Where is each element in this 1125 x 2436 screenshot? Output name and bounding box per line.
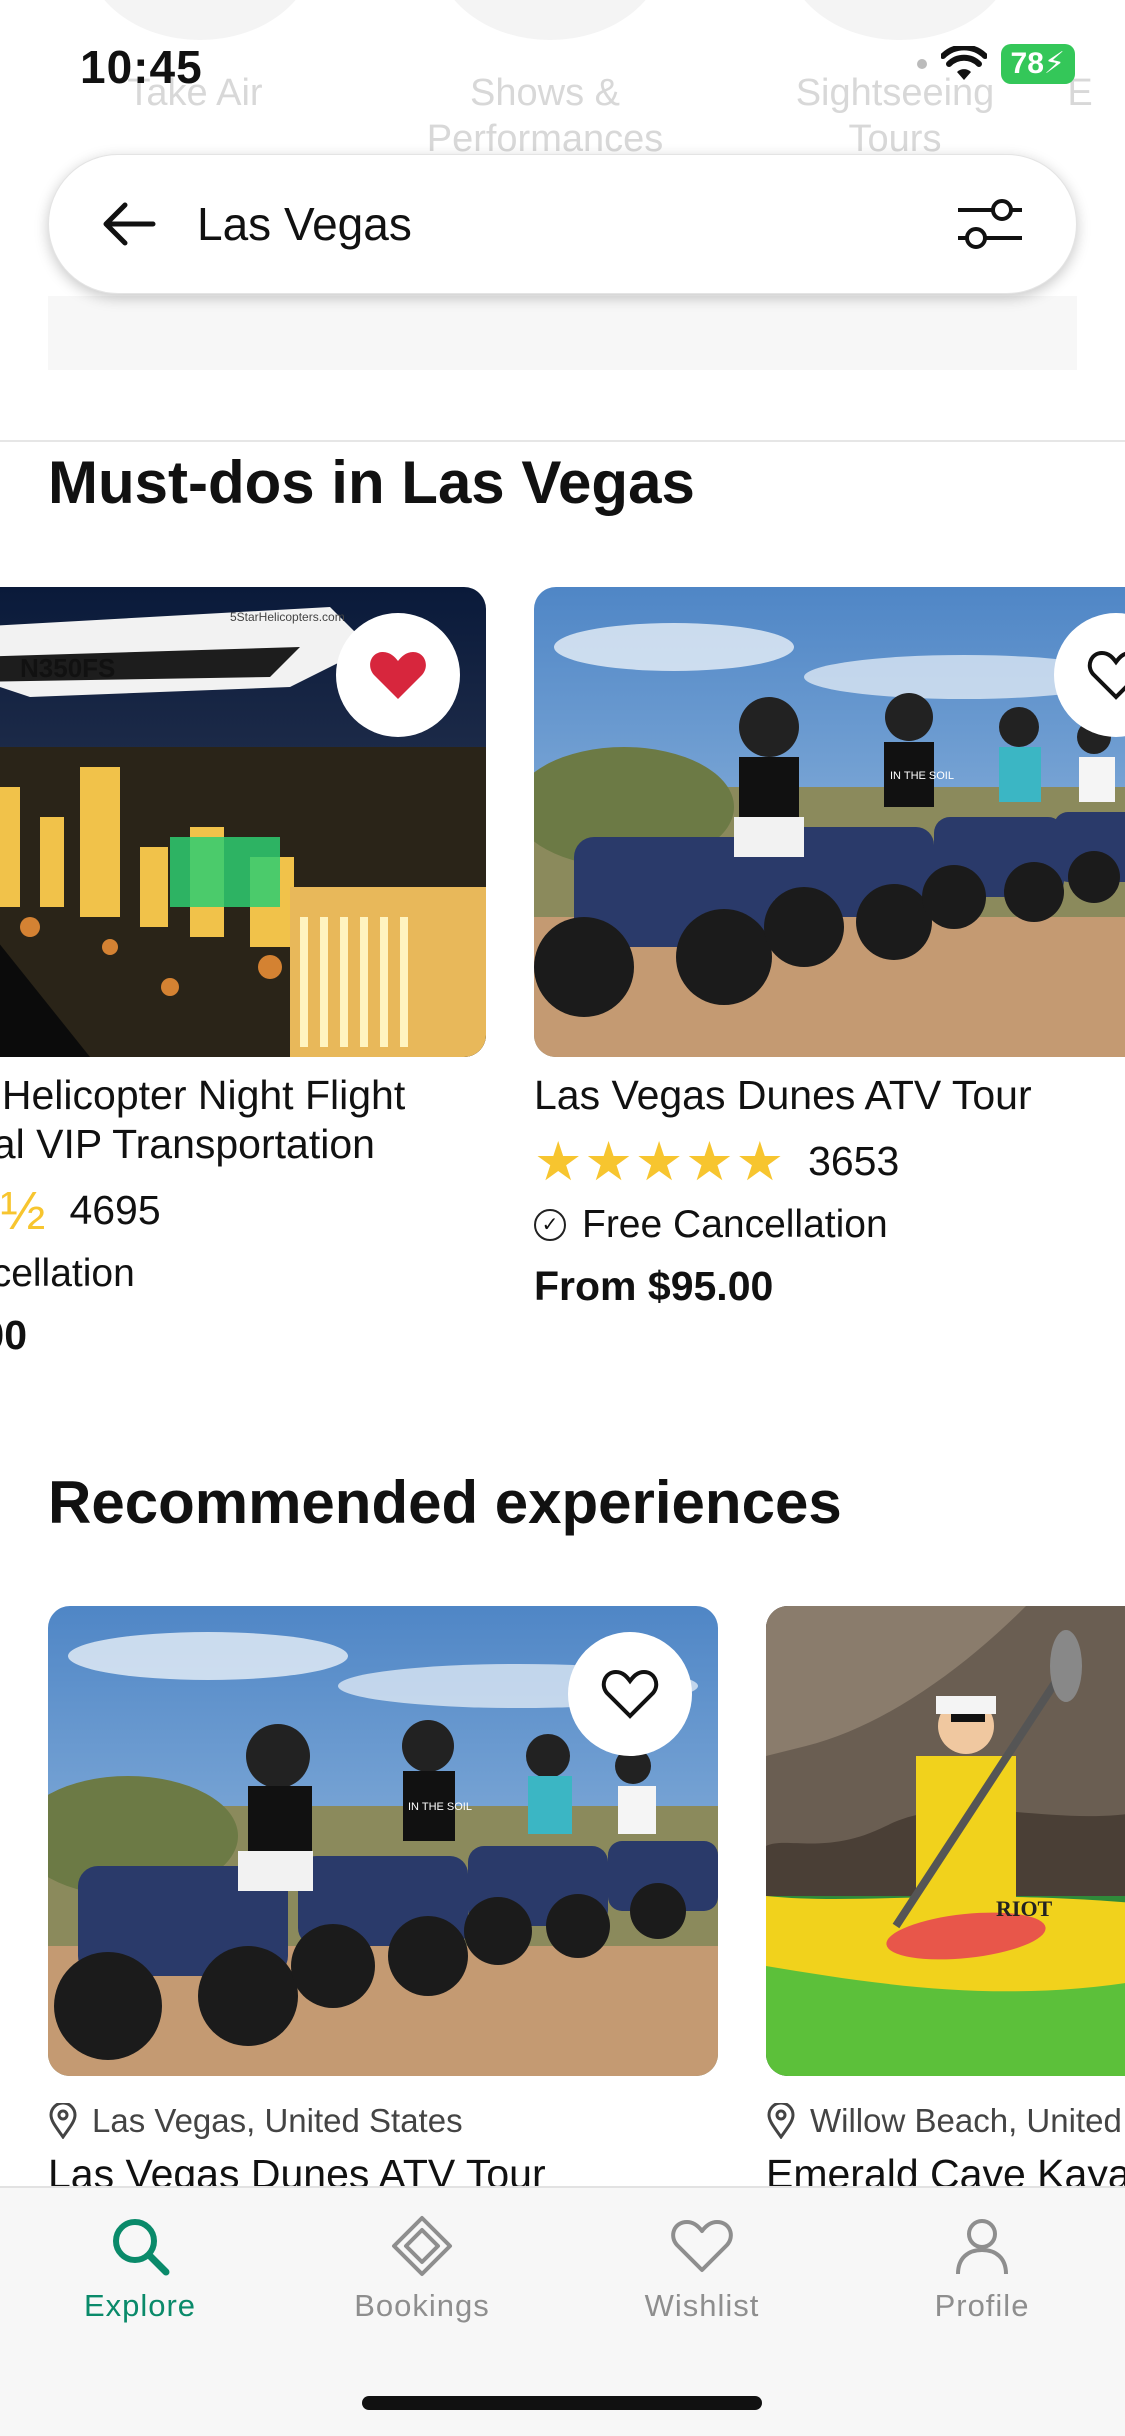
card-price: From $95.00	[534, 1263, 774, 1309]
person-icon	[956, 2219, 1008, 2275]
kayak-brand-text: RIOT	[996, 1896, 1053, 1921]
back-arrow-icon[interactable]	[99, 199, 159, 249]
card-title[interactable]: s Helicopter Night Flight nal VIP Transp…	[0, 1071, 486, 1169]
card-title[interactable]: Las Vegas Dunes ATV Tour	[534, 1071, 1125, 1120]
search-backdrop	[48, 296, 1077, 370]
card-location: Willow Beach, United	[766, 2102, 1125, 2140]
search-query[interactable]: Las Vegas	[197, 197, 954, 251]
helicopter-tail-text: N350FS	[20, 653, 115, 683]
card-image[interactable]: IN THE SOIL	[48, 1606, 718, 2076]
star-rating-icon: ★½	[0, 1181, 48, 1241]
card-price: .00	[0, 1312, 27, 1358]
wishlist-button[interactable]	[336, 613, 460, 737]
status-icons: 78⚡	[916, 44, 1075, 84]
recommended-card-kayak[interactable]: RIOT Willow Beach, United Emerald Cave K…	[766, 1606, 1125, 2199]
status-bar: 10:45 78⚡	[0, 0, 1125, 130]
helicopter-brand-text: 5StarHelicopters.com	[230, 610, 345, 624]
wishlist-button[interactable]	[568, 1632, 692, 1756]
nav-item-profile[interactable]: Profile	[872, 2214, 1092, 2324]
shirt-text: IN THE SOIL	[890, 770, 954, 782]
card-title-line: s Helicopter Night Flight	[0, 1072, 406, 1118]
nav-label: Bookings	[354, 2288, 490, 2323]
status-time: 10:45	[80, 41, 203, 93]
cancellation-policy: ncellation	[0, 1252, 486, 1296]
must-do-card-atv[interactable]: IN THE SOIL Las Vegas Dunes ATV Tour ★★★…	[534, 587, 1125, 1310]
review-count: 3653	[808, 1138, 900, 1184]
card-image[interactable]: IN THE SOIL	[534, 587, 1125, 1057]
card-rating: ★½ 4695	[0, 1179, 486, 1242]
heart-outline-icon	[601, 1669, 659, 1719]
divider	[0, 440, 1125, 442]
review-count: 4695	[69, 1187, 161, 1233]
card-image[interactable]: RIOT	[766, 1606, 1125, 2076]
cancellation-policy: ✓ Free Cancellation	[534, 1203, 1125, 1247]
cancellation-text: ncellation	[0, 1252, 135, 1295]
search-icon	[113, 2219, 170, 2276]
heart-icon	[671, 2220, 733, 2272]
must-do-card-helicopter[interactable]: N350FS 5StarHelicopters.com s Helicopter…	[0, 587, 486, 1359]
location-text: Las Vegas, United States	[92, 2102, 463, 2139]
kayak-photo: RIOT	[766, 1606, 1125, 2076]
nav-item-explore[interactable]: Explore	[30, 2214, 250, 2324]
card-image[interactable]: N350FS 5StarHelicopters.com	[0, 587, 486, 1057]
filter-icon[interactable]	[954, 192, 1026, 256]
card-rating: ★★★★★ 3653	[534, 1130, 1125, 1193]
nav-item-wishlist[interactable]: Wishlist	[592, 2214, 812, 2324]
ticket-icon	[392, 2216, 452, 2276]
section-title-recommended: Recommended experiences	[48, 1469, 842, 1536]
battery-indicator: 78⚡	[1000, 44, 1075, 84]
location-pin-icon	[767, 2103, 795, 2139]
heart-outline-icon	[1087, 650, 1125, 700]
star-rating-icon: ★★★★★	[534, 1132, 787, 1192]
search-bar[interactable]: Las Vegas	[48, 154, 1077, 294]
wifi-icon	[940, 46, 987, 80]
nav-label: Profile	[934, 2288, 1030, 2323]
shirt-text: IN THE SOIL	[408, 1801, 472, 1813]
nav-label: Explore	[83, 2288, 197, 2323]
location-text: Willow Beach, United	[810, 2102, 1122, 2139]
atv-photo: IN THE SOIL	[534, 587, 1125, 1057]
card-title-line: nal VIP Transportation	[0, 1121, 375, 1167]
section-title-must-dos: Must-dos in Las Vegas	[48, 449, 695, 516]
location-pin-icon	[49, 2103, 77, 2139]
battery-level: 78	[1010, 47, 1044, 80]
heart-filled-icon	[370, 652, 426, 699]
nav-label: Wishlist	[644, 2288, 760, 2323]
check-circle-icon: ✓	[534, 1209, 566, 1241]
recommended-card-atv[interactable]: IN THE SOIL Las Vegas, United States Las…	[48, 1606, 718, 2199]
card-location: Las Vegas, United States	[48, 2102, 718, 2140]
nav-item-bookings[interactable]: Bookings	[312, 2214, 532, 2324]
home-indicator	[362, 2396, 762, 2410]
cancellation-text: Free Cancellation	[582, 1203, 888, 1246]
signal-dot-icon	[916, 59, 927, 69]
